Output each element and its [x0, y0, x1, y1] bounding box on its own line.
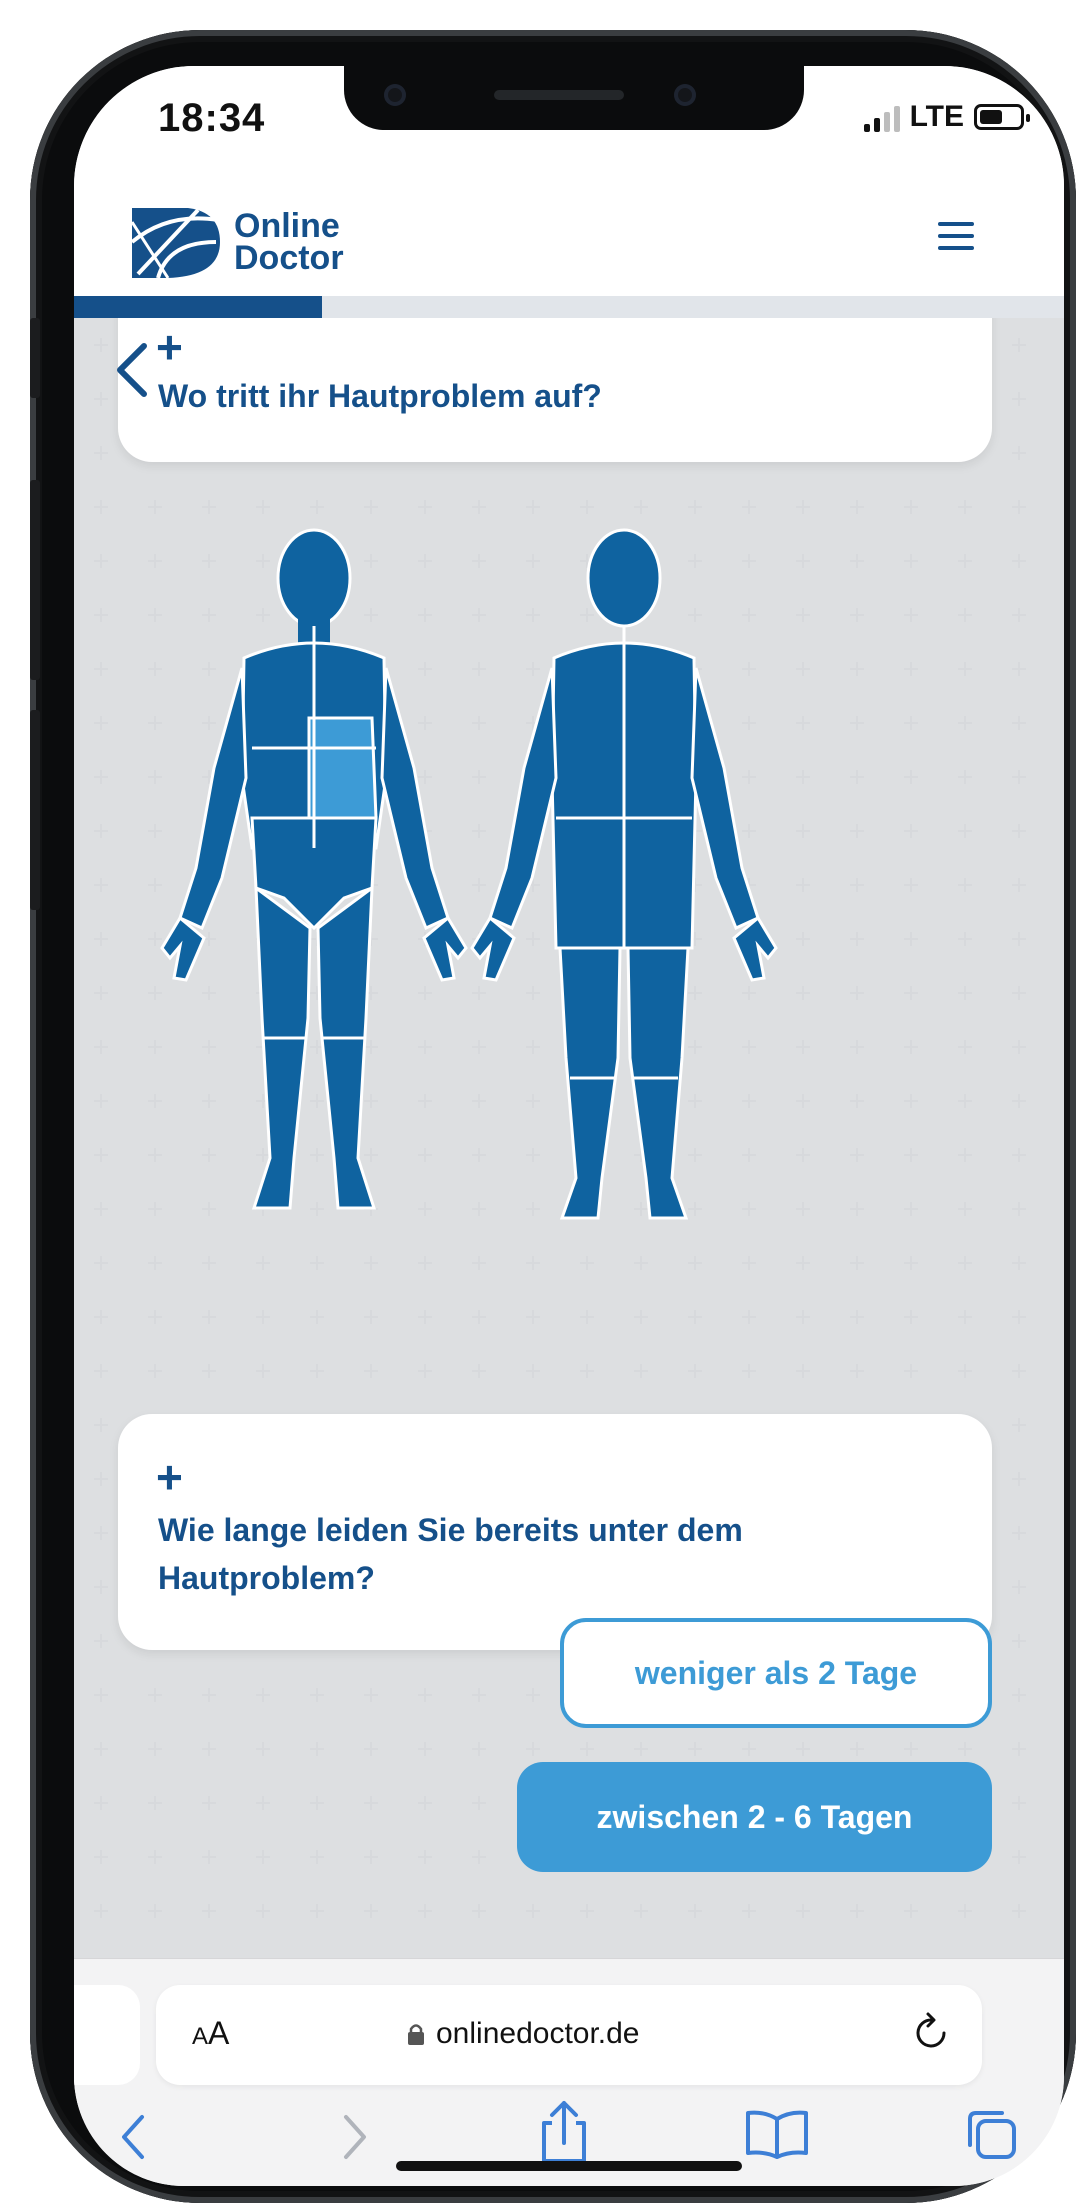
chat-content[interactable]: + Wo tritt ihr Hautproblem auf? + Wie la… — [74, 318, 1064, 1958]
progress-bar — [74, 296, 1064, 318]
logo-line-1: Online — [234, 207, 340, 245]
answer-option-less-than-2-days[interactable]: weniger als 2 Tage — [560, 1618, 992, 1728]
selected-region-abdomen — [307, 716, 378, 820]
network-label: LTE — [909, 100, 964, 133]
menu-icon[interactable] — [938, 222, 974, 252]
bookmarks-icon[interactable] — [744, 2109, 810, 2159]
sensor-icon — [384, 84, 406, 106]
status-indicators: LTE — [863, 100, 1030, 134]
volume-up-button — [30, 480, 40, 680]
lock-icon — [408, 2024, 424, 2045]
mute-switch — [30, 318, 40, 398]
logo[interactable]: Online Doctor — [128, 202, 344, 282]
reload-icon[interactable] — [912, 2011, 952, 2055]
question-card-location: + Wo tritt ihr Hautproblem auf? — [118, 318, 992, 462]
back-chevron-icon[interactable] — [112, 340, 152, 400]
logo-text: Online Doctor — [234, 207, 344, 277]
previous-tab-stub[interactable] — [74, 1985, 140, 2085]
progress-fill — [74, 296, 322, 318]
body-back-figure — [470, 528, 778, 1220]
text-size-button[interactable]: AA — [192, 2015, 229, 2052]
front-camera-icon — [674, 84, 696, 106]
answer-option-2-to-6-days[interactable]: zwischen 2 - 6 Tagen — [517, 1762, 992, 1872]
status-bar: 18:34 LTE — [74, 66, 1064, 186]
home-indicator[interactable] — [396, 2161, 742, 2171]
speaker-grille — [494, 90, 624, 100]
tabs-icon[interactable] — [962, 2105, 1022, 2165]
question-text: Wo tritt ihr Hautproblem auf? — [158, 378, 602, 414]
browser-bottom-bar: AA onlinedoctor.de — [74, 1958, 1064, 2186]
back-icon[interactable] — [114, 2109, 154, 2165]
question-text: Wie lange leiden Sie bereits unter dem H… — [158, 1512, 743, 1596]
site-header: Online Doctor — [74, 186, 1064, 296]
battery-icon — [974, 104, 1030, 130]
volume-down-button — [30, 710, 40, 910]
body-front-figure — [160, 528, 468, 1210]
signal-icon — [863, 102, 900, 132]
status-time: 18:34 — [158, 96, 266, 140]
phone-screen: 18:34 LTE Online Doctor + Wo tritt ihr H… — [74, 66, 1064, 2186]
forward-icon[interactable] — [334, 2109, 374, 2165]
plus-icon: + — [156, 1451, 183, 1503]
body-map[interactable] — [114, 518, 874, 1238]
notch — [344, 66, 804, 130]
plus-icon: + — [156, 321, 183, 373]
logo-line-2: Doctor — [234, 239, 344, 277]
share-icon[interactable] — [534, 2099, 594, 2165]
address-bar[interactable]: AA onlinedoctor.de — [156, 1985, 982, 2085]
logo-mark-icon — [130, 208, 220, 279]
question-card-duration: + Wie lange leiden Sie bereits unter dem… — [118, 1414, 992, 1650]
url-display[interactable]: onlinedoctor.de — [406, 2017, 640, 2051]
url-text: onlinedoctor.de — [436, 2017, 640, 2050]
